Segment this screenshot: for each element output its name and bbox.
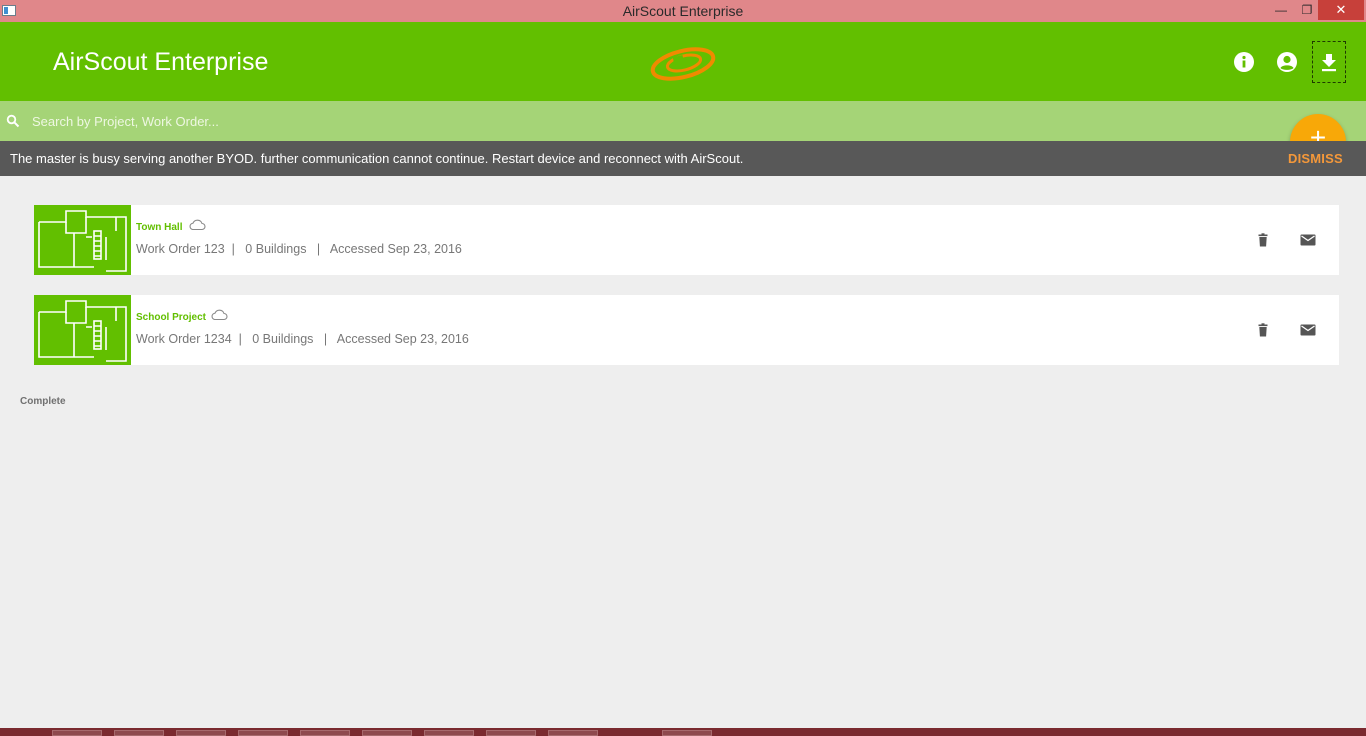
taskbar-item[interactable] [486,730,536,736]
taskbar-item[interactable] [548,730,598,736]
window-titlebar: AirScout Enterprise — ❐ ✕ [0,0,1366,22]
app-title: AirScout Enterprise [53,48,269,76]
airscout-logo-icon [650,47,716,81]
window-title: AirScout Enterprise [622,3,744,19]
search-icon [6,114,20,128]
floorplan-thumbnail-icon [34,205,131,275]
delete-icon[interactable] [1256,233,1270,247]
cloud-icon [189,219,206,231]
taskbar-item-active[interactable] [662,730,712,736]
taskbar-item[interactable] [362,730,412,736]
taskbar-item[interactable] [52,730,102,736]
search-bar [0,101,1366,141]
mail-icon[interactable] [1300,234,1316,246]
project-card[interactable]: School Project Work Order 1234 | 0 Build… [34,295,1339,365]
floorplan-thumbnail-icon [34,295,131,365]
delete-icon[interactable] [1256,323,1270,337]
maximize-button[interactable]: ❐ [1294,0,1320,20]
snackbar-message: The master is busy serving another BYOD.… [10,151,744,166]
download-icon [1322,54,1336,72]
taskbar-item[interactable] [114,730,164,736]
search-input[interactable] [24,109,932,133]
dismiss-button[interactable]: DISMISS [1288,151,1343,166]
mail-icon[interactable] [1300,324,1316,336]
taskbar-item[interactable] [424,730,474,736]
taskbar-item[interactable] [300,730,350,736]
minimize-button[interactable]: — [1268,0,1294,20]
taskbar-item[interactable] [238,730,288,736]
download-button[interactable] [1312,41,1346,83]
error-snackbar: The master is busy serving another BYOD.… [0,141,1366,176]
taskbar-item[interactable] [176,730,226,736]
project-card[interactable]: Town Hall Work Order 123 | 0 Buildings |… [34,205,1339,275]
app-header: AirScout Enterprise [0,22,1366,101]
os-taskbar [0,728,1366,736]
info-icon[interactable] [1233,51,1255,73]
project-name[interactable]: Town Hall [136,222,182,233]
status-text: Complete [20,396,66,407]
project-meta: Work Order 1234 | 0 Buildings | Accessed… [136,332,469,346]
project-name[interactable]: School Project [136,312,206,323]
project-meta: Work Order 123 | 0 Buildings | Accessed … [136,242,462,256]
close-button[interactable]: ✕ [1318,0,1364,20]
cloud-icon [211,309,228,321]
account-icon[interactable] [1276,51,1298,73]
